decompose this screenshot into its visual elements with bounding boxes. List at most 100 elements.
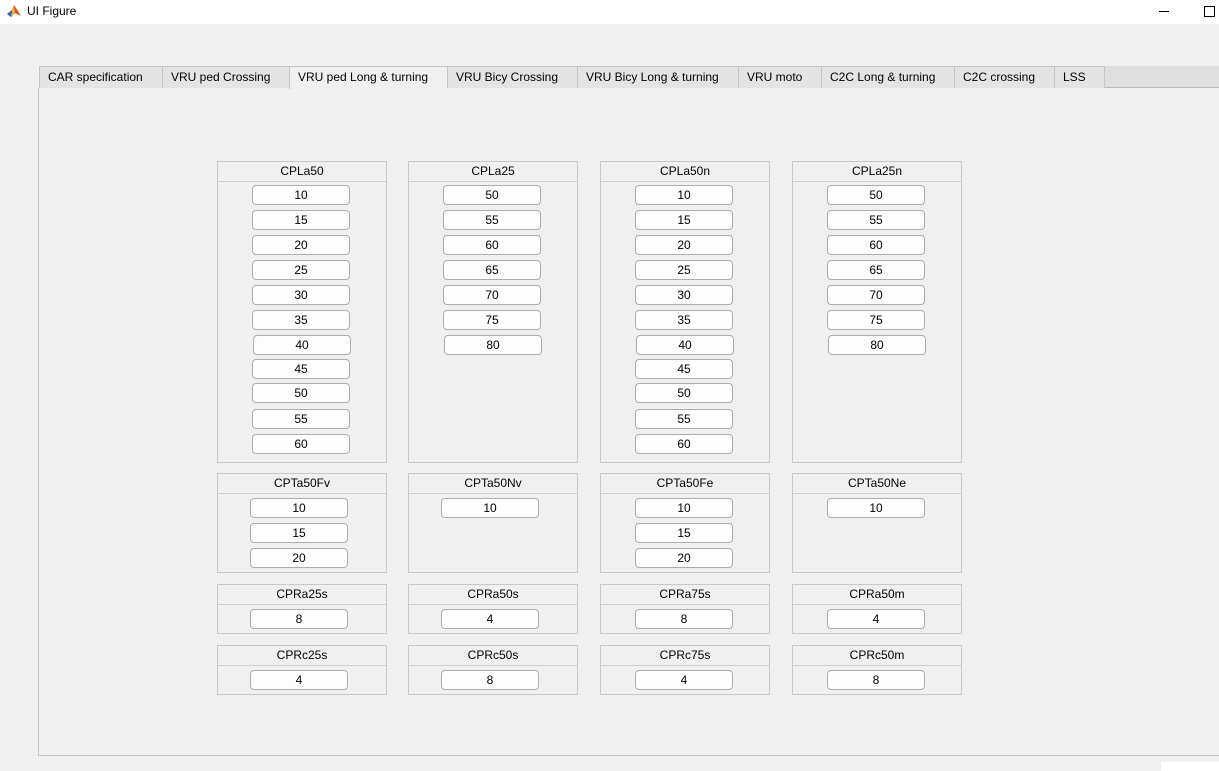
cpla50-button-55[interactable]: 55 xyxy=(252,409,350,429)
tab-lss[interactable]: LSS xyxy=(1054,66,1105,88)
cpla25-button-75[interactable]: 75 xyxy=(443,310,541,330)
cpla25n-button-70[interactable]: 70 xyxy=(827,285,925,305)
tab-vru-bicy-long-turning[interactable]: VRU Bicy Long & turning xyxy=(577,66,738,88)
cpla50-button-25[interactable]: 25 xyxy=(252,260,350,280)
cpla50n-button-40[interactable]: 40 xyxy=(636,335,734,355)
panel-cpta50fv: CPTa50Fv 10 15 20 xyxy=(217,473,387,573)
cpla50-button-20[interactable]: 20 xyxy=(252,235,350,255)
cpra25s-button-8[interactable]: 8 xyxy=(250,609,348,629)
cpla50n-button-45[interactable]: 45 xyxy=(635,359,733,379)
cpta50fe-button-10[interactable]: 10 xyxy=(635,498,733,518)
panel-title: CPTa50Fv xyxy=(218,474,386,494)
panel-cprc50s: CPRc50s 8 xyxy=(408,645,578,695)
panel-title: CPTa50Ne xyxy=(793,474,961,494)
cpla50n-button-15[interactable]: 15 xyxy=(635,210,733,230)
cpra50m-button-4[interactable]: 4 xyxy=(827,609,925,629)
window-title: UI Figure xyxy=(27,4,77,18)
cpta50fv-button-20[interactable]: 20 xyxy=(250,548,348,568)
cpta50fv-button-10[interactable]: 10 xyxy=(250,498,348,518)
cpla25n-button-60[interactable]: 60 xyxy=(827,235,925,255)
panel-title: CPLa25n xyxy=(793,162,961,182)
panel-cpla50: CPLa50 10 15 20 25 30 35 40 45 50 55 60 xyxy=(217,161,387,463)
tab-vru-ped-long-turning[interactable]: VRU ped Long & turning xyxy=(289,66,447,89)
cpla25n-button-65[interactable]: 65 xyxy=(827,260,925,280)
cpla50n-button-50[interactable]: 50 xyxy=(635,383,733,403)
cpla25-button-70[interactable]: 70 xyxy=(443,285,541,305)
cpta50fe-button-20[interactable]: 20 xyxy=(635,548,733,568)
tab-c2c-crossing[interactable]: C2C crossing xyxy=(954,66,1054,88)
panel-cpta50ne: CPTa50Ne 10 xyxy=(792,473,962,573)
panel-cprc50m: CPRc50m 8 xyxy=(792,645,962,695)
cprc50m-button-8[interactable]: 8 xyxy=(827,670,925,690)
cprc50s-button-8[interactable]: 8 xyxy=(441,670,539,690)
tab-vru-bicy-crossing[interactable]: VRU Bicy Crossing xyxy=(447,66,577,88)
panel-title: CPTa50Fe xyxy=(601,474,769,494)
panel-title: CPLa50 xyxy=(218,162,386,182)
cpta50fv-button-15[interactable]: 15 xyxy=(250,523,348,543)
window-corner xyxy=(1161,762,1219,771)
panel-title: CPRa50s xyxy=(409,585,577,605)
cpla50n-button-35[interactable]: 35 xyxy=(635,310,733,330)
panel-cpra25s: CPRa25s 8 xyxy=(217,584,387,634)
cpla50n-button-20[interactable]: 20 xyxy=(635,235,733,255)
cprc75s-button-4[interactable]: 4 xyxy=(635,670,733,690)
cpla50-button-40[interactable]: 40 xyxy=(253,335,351,355)
maximize-icon xyxy=(1203,5,1215,17)
cpla25-button-50[interactable]: 50 xyxy=(443,185,541,205)
cpla50n-button-25[interactable]: 25 xyxy=(635,260,733,280)
panel-title: CPRa50m xyxy=(793,585,961,605)
minimize-icon xyxy=(1159,10,1169,12)
panel-title: CPTa50Nv xyxy=(409,474,577,494)
cpla25-button-65[interactable]: 65 xyxy=(443,260,541,280)
panel-cpra50m: CPRa50m 4 xyxy=(792,584,962,634)
cpla25n-button-55[interactable]: 55 xyxy=(827,210,925,230)
panel-title: CPRa25s xyxy=(218,585,386,605)
tab-bar: CAR specification VRU ped Crossing VRU p… xyxy=(39,66,1219,89)
panel-cprc75s: CPRc75s 4 xyxy=(600,645,770,695)
matlab-icon xyxy=(6,3,22,19)
minimize-button[interactable] xyxy=(1144,0,1184,22)
cpla50-button-35[interactable]: 35 xyxy=(252,310,350,330)
tab-content-panel: CPLa50 10 15 20 25 30 35 40 45 50 55 60 … xyxy=(38,88,1219,756)
panel-title: CPRc50s xyxy=(409,646,577,666)
cpla50-button-60[interactable]: 60 xyxy=(252,434,350,454)
panel-title: CPRc25s xyxy=(218,646,386,666)
cpla25-button-60[interactable]: 60 xyxy=(443,235,541,255)
panel-cprc25s: CPRc25s 4 xyxy=(217,645,387,695)
cpla50-button-10[interactable]: 10 xyxy=(252,185,350,205)
panel-cpra75s: CPRa75s 8 xyxy=(600,584,770,634)
cpta50fe-button-15[interactable]: 15 xyxy=(635,523,733,543)
window-titlebar: UI Figure xyxy=(0,0,1219,24)
cpla25-button-80[interactable]: 80 xyxy=(444,335,542,355)
panel-cpra50s: CPRa50s 4 xyxy=(408,584,578,634)
panel-cpla25: CPLa25 50 55 60 65 70 75 80 xyxy=(408,161,578,463)
tab-c2c-long-turning[interactable]: C2C Long & turning xyxy=(821,66,954,88)
cpla50-button-50[interactable]: 50 xyxy=(252,383,350,403)
tab-car-specification[interactable]: CAR specification xyxy=(39,66,162,88)
cpla25n-button-80[interactable]: 80 xyxy=(828,335,926,355)
cpta50ne-button-10[interactable]: 10 xyxy=(827,498,925,518)
cpla50-button-15[interactable]: 15 xyxy=(252,210,350,230)
cpla25n-button-75[interactable]: 75 xyxy=(827,310,925,330)
cpla25-button-55[interactable]: 55 xyxy=(443,210,541,230)
panel-title: CPRa75s xyxy=(601,585,769,605)
panel-title: CPRc50m xyxy=(793,646,961,666)
tab-vru-ped-crossing[interactable]: VRU ped Crossing xyxy=(162,66,289,88)
cpra50s-button-4[interactable]: 4 xyxy=(441,609,539,629)
cpla50n-button-10[interactable]: 10 xyxy=(635,185,733,205)
cpla50n-button-30[interactable]: 30 xyxy=(635,285,733,305)
panel-cpta50nv: CPTa50Nv 10 xyxy=(408,473,578,573)
panel-cpta50fe: CPTa50Fe 10 15 20 xyxy=(600,473,770,573)
cpla50-button-45[interactable]: 45 xyxy=(252,359,350,379)
cpla50n-button-60[interactable]: 60 xyxy=(635,434,733,454)
cpla25n-button-50[interactable]: 50 xyxy=(827,185,925,205)
cpra75s-button-8[interactable]: 8 xyxy=(635,609,733,629)
cprc25s-button-4[interactable]: 4 xyxy=(250,670,348,690)
maximize-button[interactable] xyxy=(1189,0,1219,22)
cpla50n-button-55[interactable]: 55 xyxy=(635,409,733,429)
panel-title: CPLa25 xyxy=(409,162,577,182)
panel-title: CPRc75s xyxy=(601,646,769,666)
cpta50nv-button-10[interactable]: 10 xyxy=(441,498,539,518)
cpla50-button-30[interactable]: 30 xyxy=(252,285,350,305)
tab-vru-moto[interactable]: VRU moto xyxy=(738,66,821,88)
